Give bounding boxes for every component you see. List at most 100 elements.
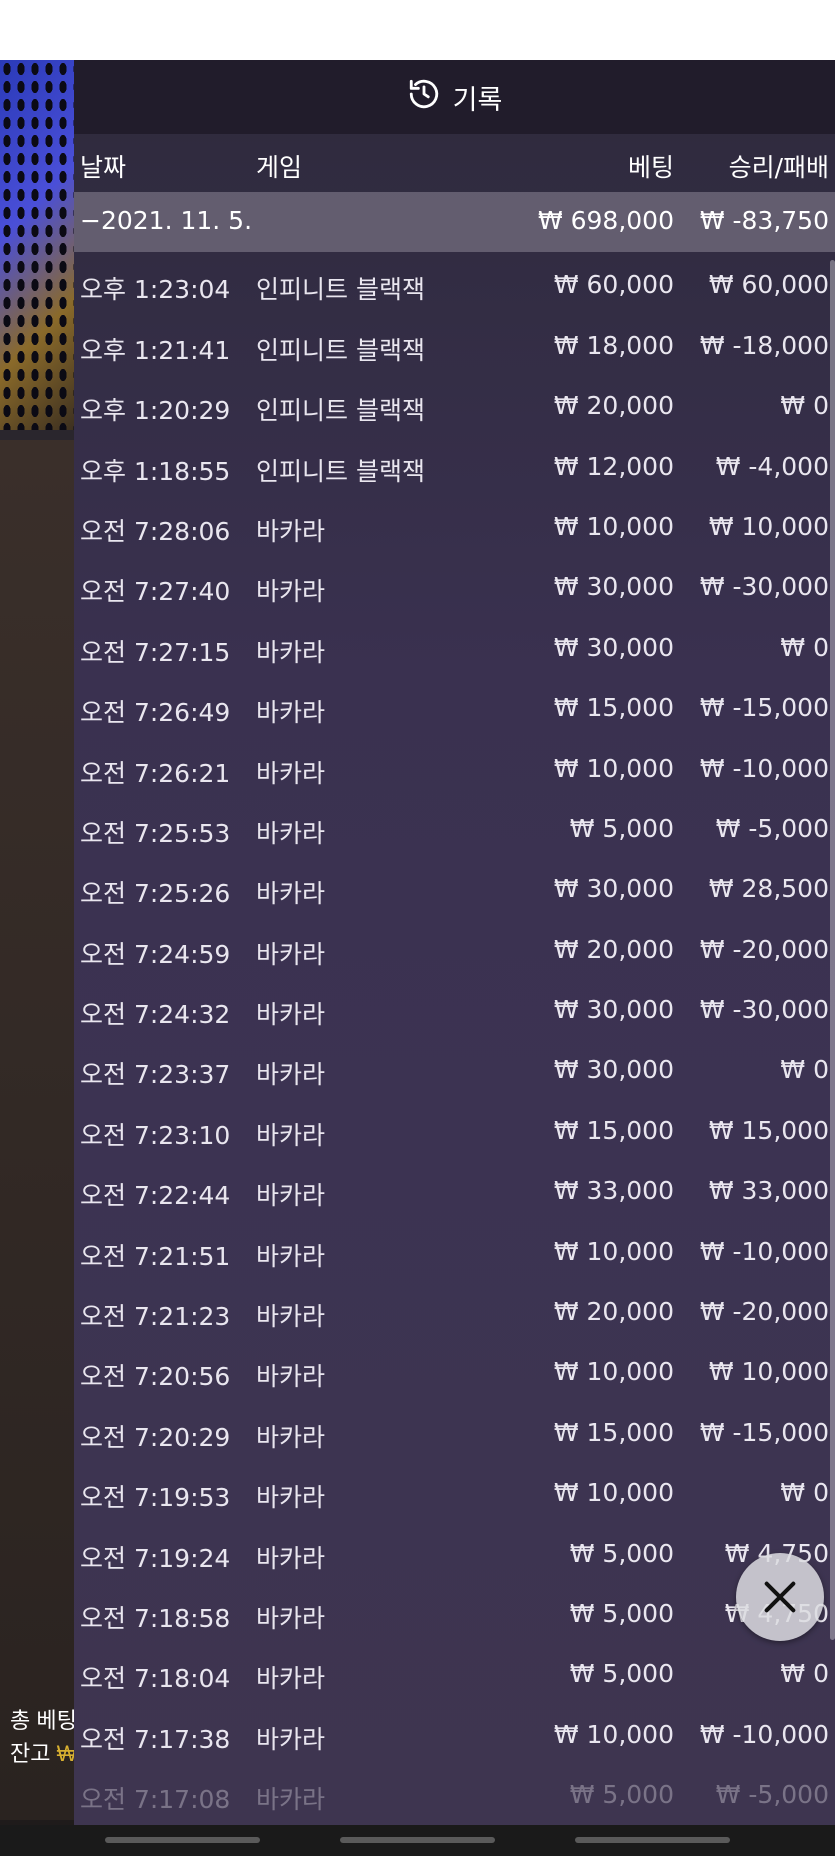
col-game: 게임 — [256, 153, 303, 182]
row-time: 오전 7:25:53 — [80, 818, 231, 848]
history-row[interactable]: 오전 7:25:53 바카라 ₩ 5,000 ₩ -5,000 — [74, 800, 835, 860]
row-time: 오전 7:23:37 — [80, 1060, 231, 1090]
date-group-bet: ₩ 698,000 — [537, 206, 674, 235]
row-time: 오전 7:26:49 — [80, 698, 231, 728]
row-bet: ₩ 5,000 — [569, 1538, 674, 1568]
row-result: ₩ 10,000 — [708, 511, 829, 541]
history-row[interactable]: 오전 7:24:32 바카라 ₩ 30,000 ₩ -30,000 — [74, 981, 835, 1041]
row-game: 인피니트 블랙잭 — [256, 396, 425, 426]
row-result: ₩ 0 — [780, 1659, 829, 1689]
row-bet: ₩ 10,000 — [553, 1236, 674, 1266]
row-game: 바카라 — [256, 698, 326, 728]
row-game: 인피니트 블랙잭 — [256, 456, 425, 486]
row-time: 오전 7:23:10 — [80, 1120, 231, 1150]
history-row[interactable]: 오전 7:19:53 바카라 ₩ 10,000 ₩ 0 — [74, 1464, 835, 1524]
history-row[interactable]: 오전 7:27:40 바카라 ₩ 30,000 ₩ -30,000 — [74, 558, 835, 618]
row-game: 바카라 — [256, 1000, 326, 1030]
row-bet: ₩ 5,000 — [569, 813, 674, 843]
row-time: 오전 7:22:44 — [80, 1181, 231, 1211]
col-bet: 베팅 — [627, 153, 674, 182]
background-table-edge — [0, 440, 78, 1820]
history-row[interactable]: 오전 7:27:15 바카라 ₩ 30,000 ₩ 0 — [74, 619, 835, 679]
row-time: 오후 1:18:55 — [80, 456, 231, 486]
row-game: 바카라 — [256, 516, 326, 546]
row-game: 바카라 — [256, 818, 326, 848]
scrollbar[interactable] — [830, 260, 835, 1640]
history-panel[interactable]: 기록 날짜 게임 베팅 승리/패배 −2021. 11. 5. ₩ 698,00… — [74, 60, 835, 1825]
history-row[interactable]: 오전 7:19:24 바카라 ₩ 5,000 ₩ 4,750 — [74, 1525, 835, 1585]
row-time: 오전 7:17:08 — [80, 1785, 231, 1815]
row-result: ₩ -10,000 — [699, 1719, 829, 1749]
history-row[interactable]: 오후 1:21:41 인피니트 블랙잭 ₩ 18,000 ₩ -18,000 — [74, 317, 835, 377]
background-decor — [0, 60, 78, 430]
row-bet: ₩ 30,000 — [553, 995, 674, 1025]
row-result: ₩ -30,000 — [699, 995, 829, 1025]
nav-pill-center[interactable] — [340, 1837, 495, 1843]
history-row[interactable]: 오전 7:26:21 바카라 ₩ 10,000 ₩ -10,000 — [74, 740, 835, 800]
close-button[interactable] — [736, 1553, 824, 1641]
row-bet: ₩ 10,000 — [553, 1478, 674, 1508]
row-bet: ₩ 5,000 — [569, 1598, 674, 1628]
row-bet: ₩ 15,000 — [553, 693, 674, 723]
history-row[interactable]: 오후 1:18:55 인피니트 블랙잭 ₩ 12,000 ₩ -4,000 — [74, 438, 835, 498]
row-game: 바카라 — [256, 1362, 326, 1392]
date-group-row[interactable]: −2021. 11. 5. ₩ 698,000 ₩ -83,750 — [74, 192, 835, 253]
row-bet: ₩ 20,000 — [553, 1297, 674, 1327]
row-time: 오후 1:20:29 — [80, 396, 231, 426]
row-game: 인피니트 블랙잭 — [256, 275, 425, 305]
row-result: ₩ 0 — [780, 391, 829, 421]
row-time: 오전 7:28:06 — [80, 516, 231, 546]
row-time: 오전 7:25:26 — [80, 879, 231, 909]
row-time: 오전 7:20:29 — [80, 1422, 231, 1452]
row-bet: ₩ 18,000 — [553, 330, 674, 360]
row-bet: ₩ 60,000 — [553, 270, 674, 300]
row-time: 오후 1:21:41 — [80, 335, 231, 365]
col-date: 날짜 — [80, 153, 127, 182]
history-row[interactable]: 오전 7:26:49 바카라 ₩ 15,000 ₩ -15,000 — [74, 679, 835, 739]
history-row[interactable]: 오전 7:24:59 바카라 ₩ 20,000 ₩ -20,000 — [74, 921, 835, 981]
history-row[interactable]: 오전 7:20:56 바카라 ₩ 10,000 ₩ 10,000 — [74, 1343, 835, 1403]
history-row[interactable]: 오전 7:23:37 바카라 ₩ 30,000 ₩ 0 — [74, 1041, 835, 1101]
history-row[interactable]: 오전 7:17:08 바카라 ₩ 5,000 ₩ -5,000 — [74, 1766, 835, 1825]
history-title: 기록 — [452, 84, 503, 116]
row-time: 오전 7:18:04 — [80, 1664, 231, 1694]
row-bet: ₩ 30,000 — [553, 572, 674, 602]
row-bet: ₩ 20,000 — [553, 391, 674, 421]
history-row[interactable]: 오전 7:28:06 바카라 ₩ 10,000 ₩ 10,000 — [74, 498, 835, 558]
row-time: 오전 7:24:59 — [80, 939, 231, 969]
row-bet: ₩ 33,000 — [553, 1176, 674, 1206]
row-bet: ₩ 30,000 — [553, 632, 674, 662]
row-game: 바카라 — [256, 1181, 326, 1211]
row-time: 오전 7:17:38 — [80, 1724, 231, 1754]
history-row[interactable]: 오후 1:20:29 인피니트 블랙잭 ₩ 20,000 ₩ 0 — [74, 377, 835, 437]
history-row[interactable]: 오전 7:23:10 바카라 ₩ 15,000 ₩ 15,000 — [74, 1102, 835, 1162]
column-headers: 날짜 게임 베팅 승리/패배 — [74, 134, 835, 192]
row-time: 오전 7:27:15 — [80, 637, 231, 667]
nav-pill-right[interactable] — [575, 1837, 730, 1843]
row-result: ₩ 33,000 — [708, 1176, 829, 1206]
history-row[interactable]: 오전 7:18:04 바카라 ₩ 5,000 ₩ 0 — [74, 1645, 835, 1705]
row-result: ₩ 60,000 — [708, 270, 829, 300]
history-icon — [407, 77, 441, 118]
row-game: 바카라 — [256, 1724, 326, 1754]
history-row[interactable]: 오전 7:17:38 바카라 ₩ 10,000 ₩ -10,000 — [74, 1706, 835, 1766]
balance-label: 잔고 ₩ — [10, 1741, 78, 1766]
nav-pill-left[interactable] — [105, 1837, 260, 1843]
history-row[interactable]: 오전 7:21:23 바카라 ₩ 20,000 ₩ -20,000 — [74, 1283, 835, 1343]
row-game: 바카라 — [256, 637, 326, 667]
history-row[interactable]: 오전 7:21:51 바카라 ₩ 10,000 ₩ -10,000 — [74, 1223, 835, 1283]
row-game: 바카라 — [256, 1120, 326, 1150]
history-row[interactable]: 오전 7:18:58바카라₩ 5,000₩ 4,750 — [74, 1585, 835, 1645]
row-bet: ₩ 20,000 — [553, 934, 674, 964]
history-row[interactable]: 오후 1:23:04 인피니트 블랙잭 ₩ 60,000 ₩ 60,000 — [74, 256, 835, 316]
history-row[interactable]: 오전 7:20:29 바카라 ₩ 15,000 ₩ -15,000 — [74, 1404, 835, 1464]
row-time: 오전 7:27:40 — [80, 577, 231, 607]
row-time: 오전 7:19:53 — [80, 1483, 231, 1513]
close-icon — [764, 1581, 796, 1613]
row-result: ₩ -15,000 — [699, 1417, 829, 1447]
history-row[interactable]: 오전 7:25:26 바카라 ₩ 30,000 ₩ 28,500 — [74, 860, 835, 920]
row-time: 오전 7:20:56 — [80, 1362, 231, 1392]
row-bet: ₩ 10,000 — [553, 753, 674, 783]
history-row[interactable]: 오전 7:22:44 바카라 ₩ 33,000 ₩ 33,000 — [74, 1162, 835, 1222]
row-bet: ₩ 15,000 — [553, 1115, 674, 1145]
